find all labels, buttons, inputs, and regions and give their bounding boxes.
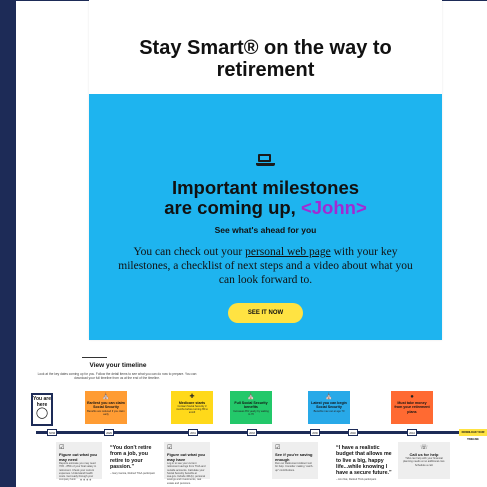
timeline-title-rule — [82, 357, 107, 358]
hero-section: Important milestones are coming up, <Joh… — [89, 94, 442, 340]
timeline-preview: View your timeline Look at the key dates… — [18, 350, 487, 487]
milestone-card-latest-social-security[interactable]: ⛪ Latest you can begin Social Security B… — [308, 391, 350, 424]
timeline-tick: 2033 — [247, 429, 257, 436]
timeline-tick: NOW — [47, 429, 57, 436]
laptop-icon — [256, 154, 275, 166]
hero-body: You can check out your personal web page… — [116, 245, 416, 287]
timeline-tick: 2044 — [407, 429, 417, 436]
step-card-call-us[interactable]: ☏ Call us for help TIAA can help with yo… — [398, 442, 450, 479]
milestone-heading: Important milestones are coming up, <Joh… — [89, 178, 442, 218]
see-it-now-button[interactable]: SEE IT NOW — [228, 303, 303, 323]
milestone-line-1: Important milestones — [171, 177, 360, 198]
step-card-what-you-have: ☑ Figure out what you may have Log in to… — [164, 442, 210, 485]
carousel-pager[interactable]: •••• — [80, 478, 92, 484]
checklist-icon: ☑ — [167, 445, 173, 451]
step-card-what-you-need: ☑ Figure out what you may need Reports e… — [56, 442, 102, 481]
headline-line-1: Stay Smart® on the way to — [139, 37, 392, 59]
phone-icon: ☏ — [420, 445, 428, 451]
participant-quote: “I have a realistic budget that allows m… — [336, 445, 392, 482]
email-headline: Stay Smart® on the way to retirement — [89, 37, 442, 81]
milestone-card-medicare[interactable]: ✚ Medicare starts Contact Social Securit… — [171, 391, 213, 424]
checklist-icon: ☑ — [275, 445, 281, 451]
milestone-card-earliest-social-security[interactable]: ⛪ Earliest you can claim Social Security… — [85, 391, 127, 424]
download-timeline-button[interactable]: DOWNLOAD YOUR TIMELINE — [459, 429, 487, 441]
person-icon: ◯ — [35, 407, 49, 419]
medical-icon: ✚ — [189, 394, 195, 400]
headline-line-2: retirement — [216, 59, 315, 81]
step-card-saving-enough: ☑ See if you're saving enough Run our Re… — [272, 442, 318, 479]
checklist-icon: ☑ — [59, 445, 65, 451]
timeline-tick: 2031 — [188, 429, 198, 436]
timeline-tick: 2036 — [310, 429, 320, 436]
milestone-card-full-social-security[interactable]: ⛪ Full Social Security benefits Increase… — [230, 391, 272, 424]
timeline-tick: 2040 — [348, 429, 358, 436]
personal-web-page-link[interactable]: personal web page — [245, 246, 331, 258]
you-are-here-marker: You are here ◯ — [31, 393, 53, 426]
email-header: Stay Smart® on the way to retirement — [89, 0, 442, 94]
bank-icon: ⛪ — [102, 394, 110, 400]
email-preview: Stay Smart® on the way to retirement Imp… — [89, 0, 442, 340]
milestone-card-required-withdrawals[interactable]: ● Must take money from your retirement p… — [391, 391, 433, 424]
timeline-intro: Look at the key dates coming up for you.… — [37, 372, 197, 380]
timeline-title: View your timeline — [89, 362, 147, 369]
body-text-before: You can check out your — [133, 246, 243, 258]
timeline-tick: 2029 — [104, 429, 114, 436]
participant-quote: “You don’t retire from a job, you retire… — [110, 445, 155, 476]
bank-icon: ⛪ — [247, 394, 255, 400]
bank-icon: ⛪ — [325, 394, 333, 400]
coin-icon: ● — [410, 394, 414, 400]
hero-subheading: See what's ahead for you — [214, 225, 317, 235]
milestone-line-2: are coming up, — [164, 197, 296, 218]
name-token: <John> — [300, 197, 367, 218]
viewer-frame — [0, 0, 16, 487]
